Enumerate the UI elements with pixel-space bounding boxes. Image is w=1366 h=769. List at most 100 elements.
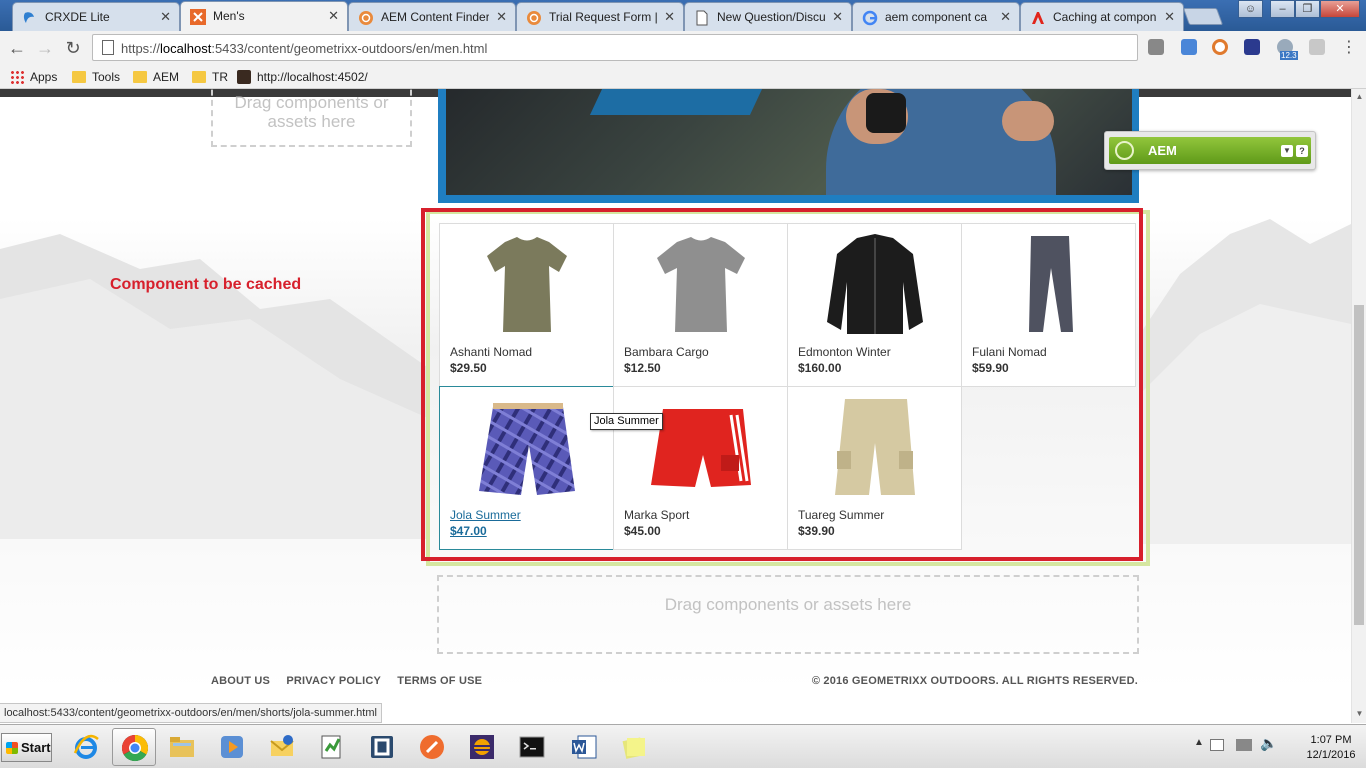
back-button[interactable]: ← [6,37,28,59]
url-text[interactable]: https://localhost:5433/content/geometrix… [121,41,487,56]
scroll-down-icon[interactable]: ▼ [1355,709,1364,718]
aem-logo-icon [1115,141,1134,160]
page-icon [696,10,708,26]
product-card[interactable]: Fulani Nomad $59.90 [961,223,1136,387]
shorts-red-image [651,409,751,487]
product-card[interactable]: Tuareg Summer $39.90 [787,386,962,550]
dropzone-left[interactable]: Drag components or assets here [211,89,412,147]
network-icon[interactable] [1236,739,1252,751]
taskbar-sublime[interactable] [360,728,404,766]
footer-link-about-us[interactable]: ABOUT US [211,675,270,687]
chevron-down-icon[interactable]: ▼ [1281,145,1293,157]
outlook-icon [270,735,294,756]
start-button[interactable]: Start [1,733,52,762]
extension-icon[interactable] [1244,39,1260,55]
tab-title: Trial Request Form | [549,10,657,24]
forward-button[interactable]: → [34,37,56,59]
taskbar-chrome[interactable] [112,728,156,766]
bookmark-folder-tools[interactable]: Tools [72,68,120,86]
hero-ribbon [589,89,763,115]
volume-icon[interactable]: 🔈 [1260,735,1277,752]
address-bar[interactable]: https://localhost:5433/content/geometrix… [92,34,1138,61]
eclipse-icon [470,735,494,759]
product-card[interactable]: Edmonton Winter $160.00 [787,223,962,387]
taskbar-notepad-plus[interactable] [310,728,354,766]
tshirt-grey-image [657,237,745,332]
notepad-plus-icon [321,735,341,759]
extension-badge: 12.3 [1280,51,1298,60]
tab-google-search[interactable]: aem component ca ✕ [852,2,1020,31]
tab-mens[interactable]: Men's ✕ [180,1,348,31]
aem-sidekick-bar[interactable]: AEM ▼ ? [1109,137,1311,164]
close-tab-icon[interactable]: ✕ [664,9,675,25]
product-card[interactable]: Ashanti Nomad $29.50 [439,223,614,387]
scroll-up-icon[interactable]: ▲ [1355,92,1364,101]
bookmark-folder-tr[interactable]: TR [192,68,228,86]
taskbar-postman[interactable] [410,728,454,766]
close-window-button[interactable]: ✕ [1320,0,1360,18]
taskbar-sticky-notes[interactable] [612,728,656,766]
footer-link-terms-of-use[interactable]: TERMS OF USE [397,675,482,687]
close-tab-icon[interactable]: ✕ [160,9,171,25]
taskbar-explorer[interactable] [160,728,204,766]
page-viewport: ⌵ Drag components or assets here Compone… [0,89,1351,723]
product-card[interactable]: Marka Sport $45.00 [613,386,788,550]
close-tab-icon[interactable]: ✕ [832,9,843,25]
mountain-background-right [1140,219,1351,544]
dropzone-bottom[interactable]: Drag components or assets here [437,575,1139,654]
close-tab-icon[interactable]: ✕ [1000,9,1011,25]
product-name: Bambara Cargo [624,345,709,359]
product-price[interactable]: $47.00 [450,524,487,538]
product-card[interactable]: Bambara Cargo $12.50 [613,223,788,387]
extension-icon[interactable] [1212,39,1228,55]
minimize-button[interactable]: – [1270,0,1295,18]
close-tab-icon[interactable]: ✕ [1164,9,1175,25]
tab-crxde-lite[interactable]: CRXDE Lite ✕ [12,2,180,31]
show-hidden-icons[interactable]: ▲ [1194,737,1204,748]
taskbar-word[interactable] [562,728,606,766]
aem-sidekick[interactable]: AEM ▼ ? [1104,131,1316,170]
extension-icon[interactable] [1309,39,1325,55]
product-name[interactable]: Jola Summer [450,508,521,522]
help-icon[interactable]: ? [1296,145,1308,157]
bookmark-folder-aem[interactable]: AEM [133,68,179,86]
page-info-icon[interactable] [102,40,114,55]
product-name: Tuareg Summer [798,508,885,522]
bookmark-localhost[interactable]: http://localhost:4502/ [237,68,368,86]
taskbar-media-player[interactable] [210,728,254,766]
profile-icon[interactable]: ☺ [1238,0,1263,18]
tab-title: Caching at compon [1053,10,1157,24]
extension-icon[interactable] [1148,39,1164,55]
taskbar-eclipse[interactable] [460,728,504,766]
camera-icon [866,93,906,133]
footer-link-privacy-policy[interactable]: PRIVACY POLICY [286,675,381,687]
bookmark-label: http://localhost:4502/ [257,70,368,84]
taskbar-cmd[interactable] [510,728,554,766]
taskbar-outlook[interactable] [260,728,304,766]
close-tab-icon[interactable]: ✕ [328,8,339,24]
product-price: $39.90 [798,524,835,538]
tab-trial-request-form[interactable]: Trial Request Form | ✕ [516,2,684,31]
maximize-button[interactable]: ❐ [1295,0,1320,18]
system-clock[interactable]: 1:07 PM 12/1/2016 [1301,733,1361,763]
reload-button[interactable]: ↻ [62,37,84,59]
action-center-icon[interactable] [1210,739,1224,751]
vertical-scrollbar[interactable]: ▲ ▼ [1351,89,1366,723]
chrome-menu-icon[interactable]: ⋮ [1338,37,1360,59]
page-footer: ABOUT US PRIVACY POLICY TERMS OF USE © 2… [211,675,1138,689]
tab-aem-content-finder[interactable]: AEM Content Finder ✕ [348,2,516,31]
bookmark-apps[interactable]: Apps [10,68,57,86]
copyright-text: © 2016 GEOMETRIXX OUTDOORS. ALL RIGHTS R… [811,675,1138,687]
tab-new-question[interactable]: New Question/Discu ✕ [684,2,852,31]
hero-banner [438,89,1139,203]
close-tab-icon[interactable]: ✕ [496,9,507,25]
taskbar-ie[interactable] [64,728,108,766]
new-tab-button[interactable] [1182,8,1224,25]
crxde-icon [23,12,34,23]
extension-icon[interactable] [1181,39,1197,55]
product-card-selected[interactable]: Jola Summer $47.00 [439,386,614,550]
folder-icon [192,71,206,83]
product-name: Ashanti Nomad [450,345,533,359]
scrollbar-thumb[interactable] [1354,305,1364,625]
tab-caching-at-component[interactable]: Caching at compon ✕ [1020,2,1184,31]
